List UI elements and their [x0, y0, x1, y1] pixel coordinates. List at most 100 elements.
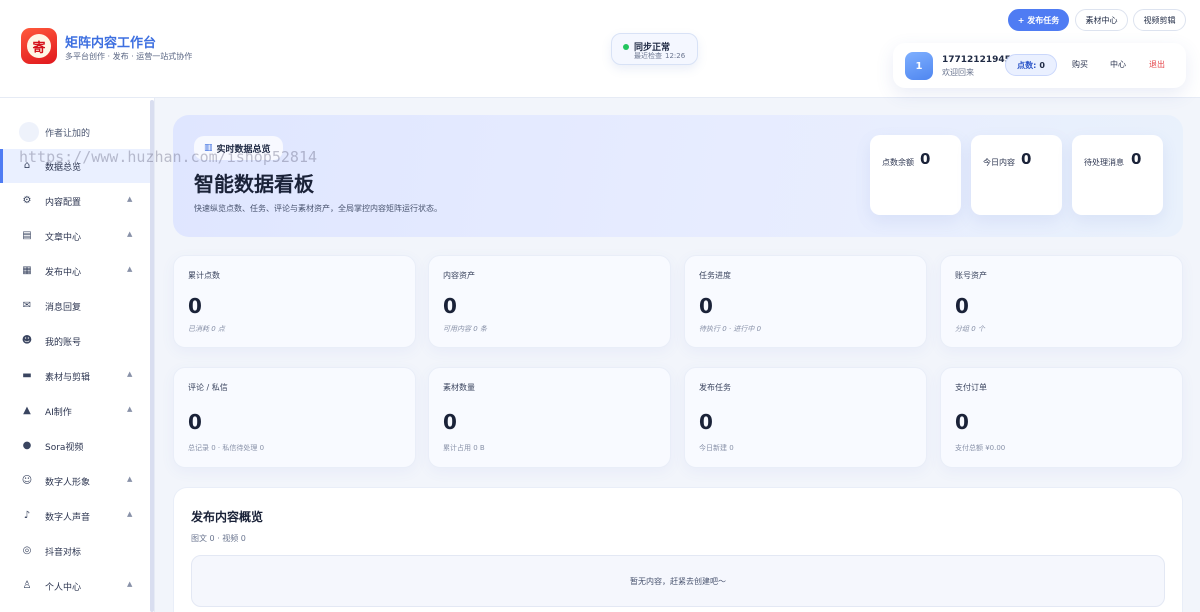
author-avatar: [19, 122, 39, 142]
stat-label: 账号资产: [955, 271, 987, 280]
sidebar-item[interactable]: ▤ 文章中心 ▲: [0, 219, 150, 253]
sidebar-item-label: AI制作: [45, 408, 72, 418]
sidebar-item[interactable]: ▲ AI制作 ▲: [0, 394, 150, 428]
sidebar-item-label: Sora视频: [45, 443, 84, 453]
overview-title: 发布内容概览: [191, 510, 264, 524]
mini-card-label: 点数余额: [882, 158, 914, 167]
ai-icon: ▲: [23, 405, 31, 416]
mini-card-today: 今日内容 0: [971, 135, 1062, 215]
chevron-up-icon[interactable]: ▲: [127, 405, 132, 413]
logout-link[interactable]: 退出: [1149, 59, 1165, 70]
target-icon: ◎: [22, 545, 32, 556]
stat-note: 待执行 0 · 进行中 0: [699, 325, 762, 333]
chevron-up-icon[interactable]: ▲: [127, 195, 132, 203]
box-icon: ▦: [22, 265, 32, 276]
stat-value: 0: [955, 410, 969, 434]
stat-label: 内容资产: [443, 271, 475, 280]
stat-label: 支付订单: [955, 383, 987, 392]
user-card: 1 17712121945 欢迎回来 点数: 0 购买 中心 退出: [893, 43, 1186, 88]
points-badge: 点数: 0: [1005, 54, 1057, 76]
stat-note: 可用内容 0 条: [443, 325, 487, 333]
chevron-up-icon[interactable]: ▲: [127, 230, 132, 238]
sidebar-scrollbar[interactable]: [150, 100, 154, 612]
points-label: 点数:: [1017, 60, 1037, 70]
mini-card-value: 0: [1131, 150, 1142, 168]
sidebar-item-label: 发布中心: [45, 268, 82, 278]
sidebar-item-label: 内容配置: [45, 198, 82, 208]
sidebar-item[interactable]: ☻ 我的账号: [0, 324, 150, 358]
sidebar-item[interactable]: ⚙ 内容配置 ▲: [0, 184, 150, 218]
sidebar-item-label: 数字人形象: [45, 478, 91, 488]
sidebar-item-label: 抖音对标: [45, 548, 82, 558]
stat-card: 评论 / 私信 0 总记录 0 · 私信待处理 0: [173, 367, 416, 468]
person-icon: ♙: [22, 580, 32, 591]
stat-note: 分组 0 个: [955, 325, 985, 333]
mini-card-label: 今日内容: [983, 158, 1015, 167]
sidebar-item-label: 我的账号: [45, 338, 82, 348]
app-logo[interactable]: 寄: [21, 28, 57, 64]
sidebar-item[interactable]: ▦ 发布中心 ▲: [0, 254, 150, 288]
stat-value: 0: [955, 294, 969, 318]
stat-label: 任务进度: [699, 271, 731, 280]
sidebar-item[interactable]: ◎ 抖音对标: [0, 534, 150, 568]
sidebar-item[interactable]: ♙ 个人中心 ▲: [0, 569, 150, 603]
chevron-up-icon[interactable]: ▲: [127, 580, 132, 588]
center-link[interactable]: 中心: [1110, 59, 1126, 70]
stat-card: 支付订单 0 支付总额 ¥0.00: [940, 367, 1183, 468]
sync-status-pill: 同步正常 最近检查 12:26: [611, 33, 698, 65]
points-value: 0: [1039, 60, 1045, 70]
mini-card-value: 0: [1021, 150, 1032, 168]
stat-card: 任务进度 0 待执行 0 · 进行中 0: [684, 255, 927, 348]
user-welcome: 欢迎回来: [942, 68, 974, 77]
chevron-up-icon[interactable]: ▲: [127, 265, 132, 273]
avatar[interactable]: 1: [905, 52, 933, 80]
sidebar-item[interactable]: ▬ 素材与剪辑 ▲: [0, 359, 150, 393]
avatar-icon: ☺: [21, 475, 33, 486]
mini-card-value: 0: [920, 150, 931, 168]
stat-card: 累计点数 0 已消耗 0 点: [173, 255, 416, 348]
stat-note: 累计占用 0 B: [443, 444, 485, 452]
stat-card: 素材数量 0 累计占用 0 B: [428, 367, 671, 468]
stat-note: 支付总额 ¥0.00: [955, 444, 1006, 452]
material-center-button[interactable]: 素材中心: [1075, 9, 1128, 31]
stat-note: 今日新建 0: [699, 444, 734, 452]
stat-value: 0: [443, 410, 457, 434]
publish-task-button[interactable]: + 发布任务: [1008, 9, 1069, 31]
chevron-up-icon[interactable]: ▲: [127, 370, 132, 378]
stat-note: 总记录 0 · 私信待处理 0: [188, 444, 265, 452]
logo-mark-icon: 寄: [27, 34, 51, 58]
sidebar-item-label: 文章中心: [45, 233, 82, 243]
status-dot-icon: [623, 44, 629, 50]
stat-value: 0: [443, 294, 457, 318]
sidebar-item[interactable]: ♪ 数字人声音 ▲: [0, 499, 150, 533]
mini-card-messages: 待处理消息 0: [1072, 135, 1163, 215]
stat-value: 0: [188, 410, 202, 434]
stat-value: 0: [699, 294, 713, 318]
sidebar-item[interactable]: ☺ 数字人形象 ▲: [0, 464, 150, 498]
stat-note: 已消耗 0 点: [188, 325, 225, 333]
sidebar-item-label: 数字人声音: [45, 513, 91, 523]
sidebar-item[interactable]: ● Sora视频: [0, 429, 150, 463]
sidebar-item-label: 素材与剪辑: [45, 373, 91, 383]
sora-icon: ●: [22, 440, 32, 451]
hero-description: 快速纵览点数、任务、评论与素材资产，全局掌控内容矩阵运行状态。: [194, 204, 442, 213]
mini-card-label: 待处理消息: [1084, 158, 1124, 167]
stat-label: 累计点数: [188, 271, 220, 280]
stat-value: 0: [699, 410, 713, 434]
stat-label: 发布任务: [699, 383, 731, 392]
sync-time-label: 最近检查: [634, 52, 662, 60]
buy-link[interactable]: 购买: [1072, 59, 1088, 70]
chevron-up-icon[interactable]: ▲: [127, 510, 132, 518]
sync-last-check: 最近检查 12:26: [634, 51, 685, 61]
watermark-text: https://www.huzhan.com/ishop52814: [19, 148, 318, 166]
sidebar-item[interactable]: ✉ 消息回复: [0, 289, 150, 323]
user-icon: ☻: [21, 335, 33, 346]
mini-card-points: 点数余额 0: [870, 135, 961, 215]
stat-label: 评论 / 私信: [188, 383, 228, 392]
stat-label: 素材数量: [443, 383, 475, 392]
sync-time-value: 12:26: [665, 52, 686, 60]
video-edit-button[interactable]: 视频剪辑: [1133, 9, 1186, 31]
sidebar-item-label: 消息回复: [45, 303, 82, 313]
overview-summary: 图文 0 · 视频 0: [191, 534, 246, 543]
chevron-up-icon[interactable]: ▲: [127, 475, 132, 483]
